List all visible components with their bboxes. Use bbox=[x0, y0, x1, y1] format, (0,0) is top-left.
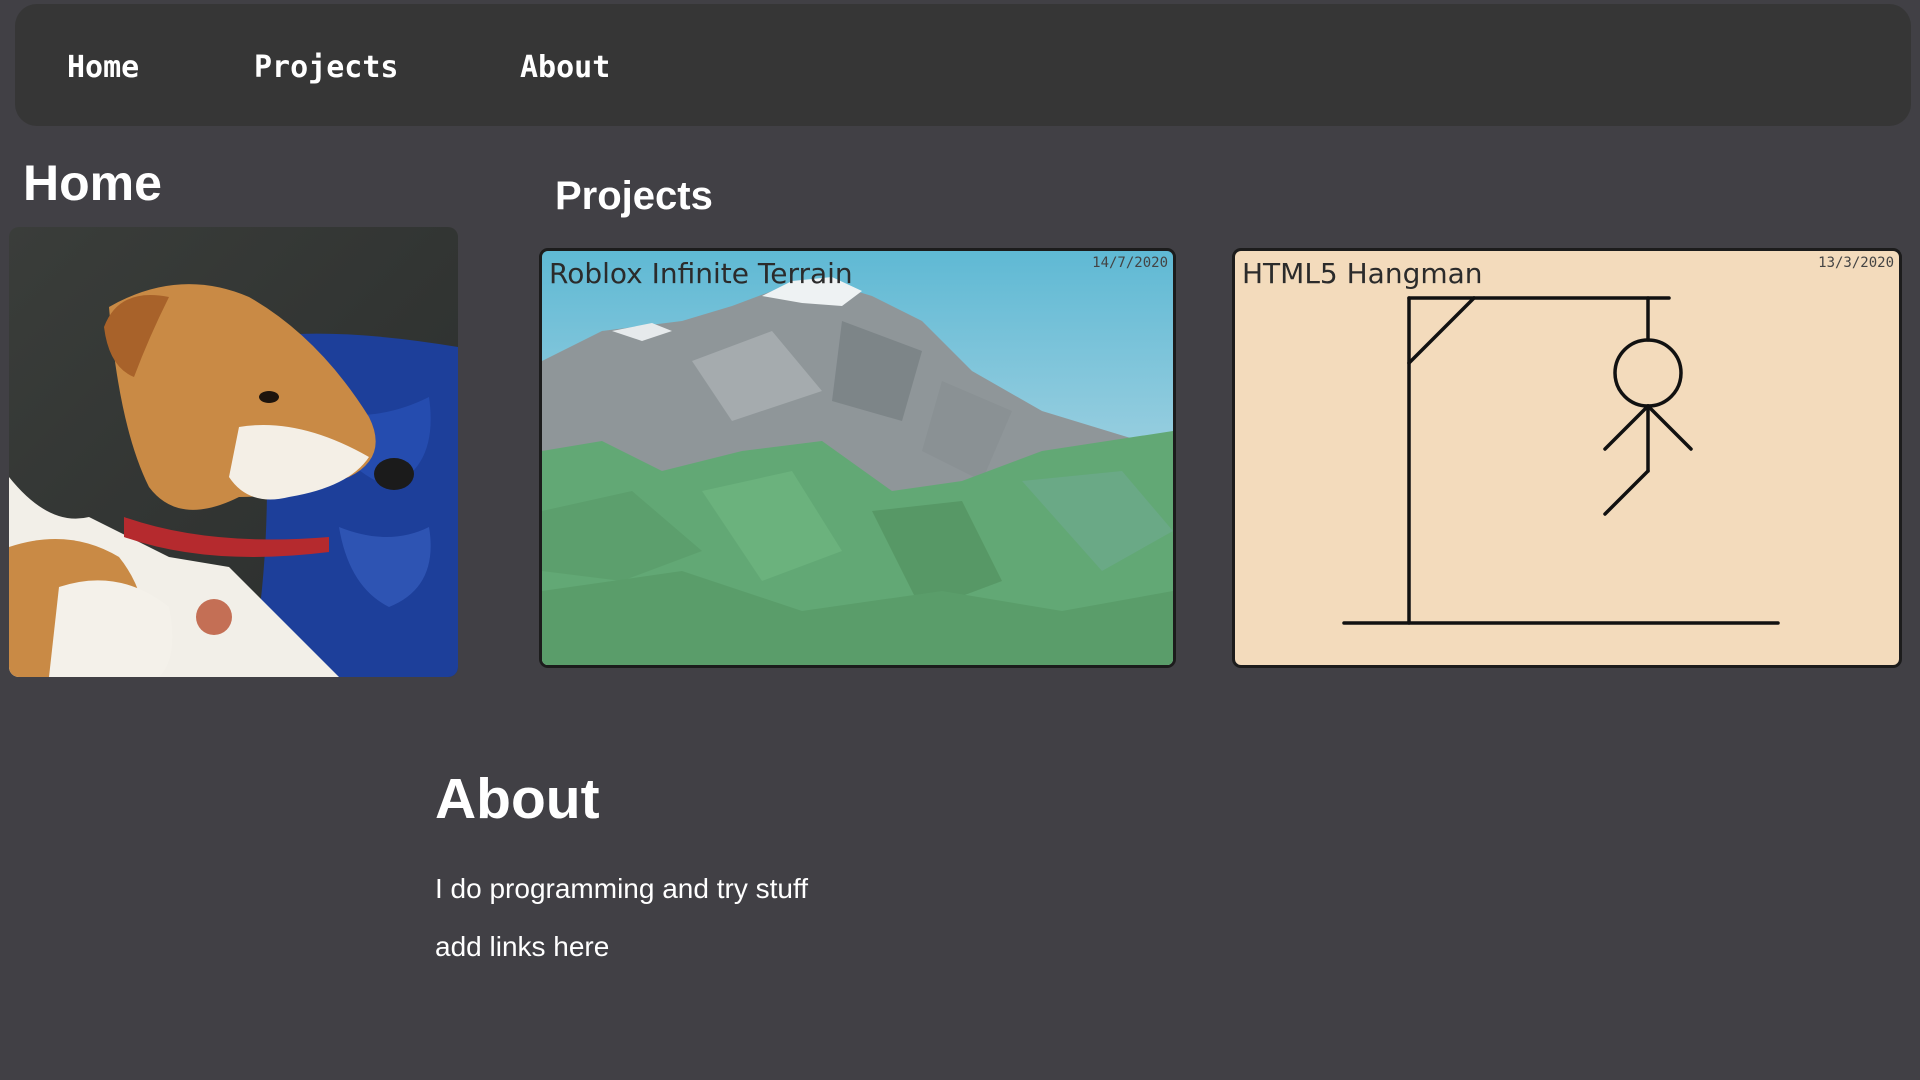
projects-heading: Projects bbox=[555, 174, 713, 218]
terrain-thumbnail bbox=[542, 251, 1173, 665]
project-date: 14/7/2020 bbox=[1092, 255, 1168, 271]
project-title: Roblox Infinite Terrain bbox=[549, 257, 853, 290]
nav-link-home[interactable]: Home bbox=[67, 50, 139, 85]
nav-link-about[interactable]: About bbox=[520, 50, 610, 85]
nav-link-projects[interactable]: Projects bbox=[254, 50, 399, 85]
home-heading: Home bbox=[23, 155, 162, 211]
about-heading: About bbox=[435, 767, 600, 831]
dog-photo bbox=[9, 227, 458, 677]
project-date: 13/3/2020 bbox=[1818, 255, 1894, 271]
project-title: HTML5 Hangman bbox=[1242, 257, 1483, 290]
about-links-text: add links here bbox=[435, 931, 610, 962]
project-card-roblox-infinite-terrain[interactable]: Roblox Infinite Terrain 14/7/2020 bbox=[539, 248, 1176, 668]
project-card-html5-hangman[interactable]: HTML5 Hangman 13/3/2020 bbox=[1232, 248, 1902, 668]
navbar: Home Projects About bbox=[15, 4, 1911, 126]
hangman-thumbnail bbox=[1342, 296, 1780, 625]
about-text: I do programming and try stuff bbox=[435, 873, 808, 904]
